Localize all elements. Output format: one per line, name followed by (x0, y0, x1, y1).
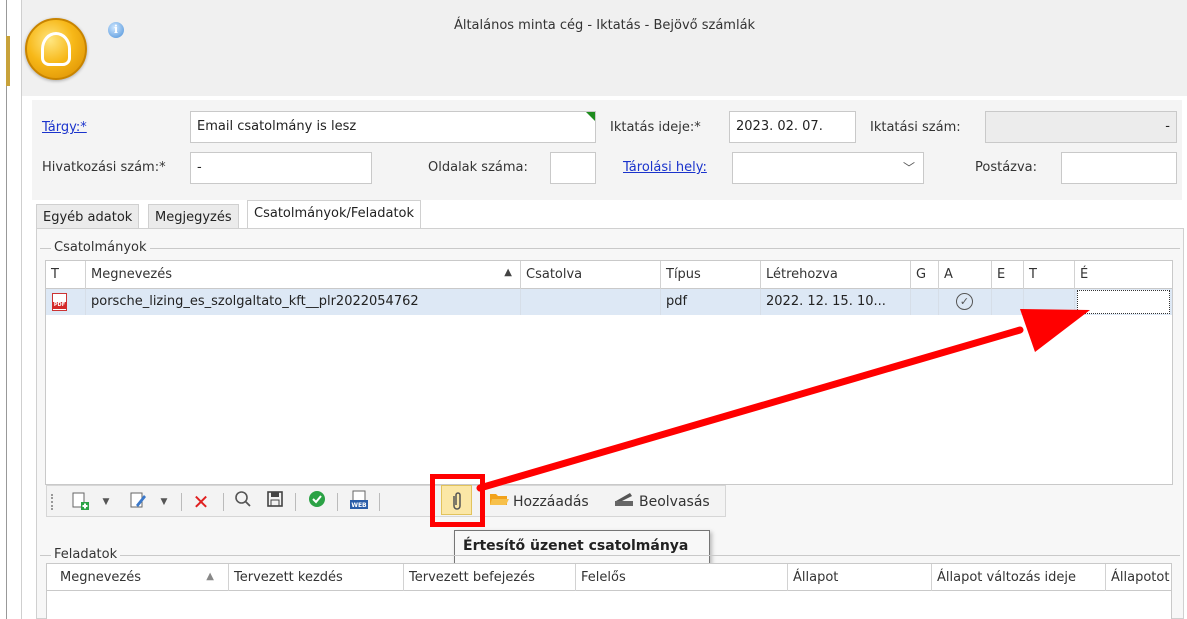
task-column-name[interactable]: Megnevezés ▲ (47, 564, 229, 592)
task-column-name-label: Megnevezés (60, 570, 141, 585)
group-border-line (40, 555, 1180, 556)
task-column-status[interactable]: Állapot (788, 564, 932, 592)
tasks-grid-header: Megnevezés ▲ Tervezett kezdés Tervezett … (46, 563, 1173, 592)
sort-ascending-icon: ▲ (206, 571, 214, 582)
tasks-grid-body[interactable] (46, 591, 1172, 619)
task-column-planned-end[interactable]: Tervezett befejezés (404, 564, 576, 592)
tooltip: Értesítő üzenet csatolmánya (454, 530, 710, 564)
tasks-group-title: Feladatok (51, 547, 121, 562)
task-column-responsible[interactable]: Felelős (576, 564, 788, 592)
task-column-status-truncated[interactable]: Állapotot (1106, 564, 1173, 592)
red-arrow-annotation (476, 309, 1090, 492)
task-column-status-change-time[interactable]: Állapot változás ideje (932, 564, 1106, 592)
task-column-planned-start[interactable]: Tervezett kezdés (229, 564, 404, 592)
